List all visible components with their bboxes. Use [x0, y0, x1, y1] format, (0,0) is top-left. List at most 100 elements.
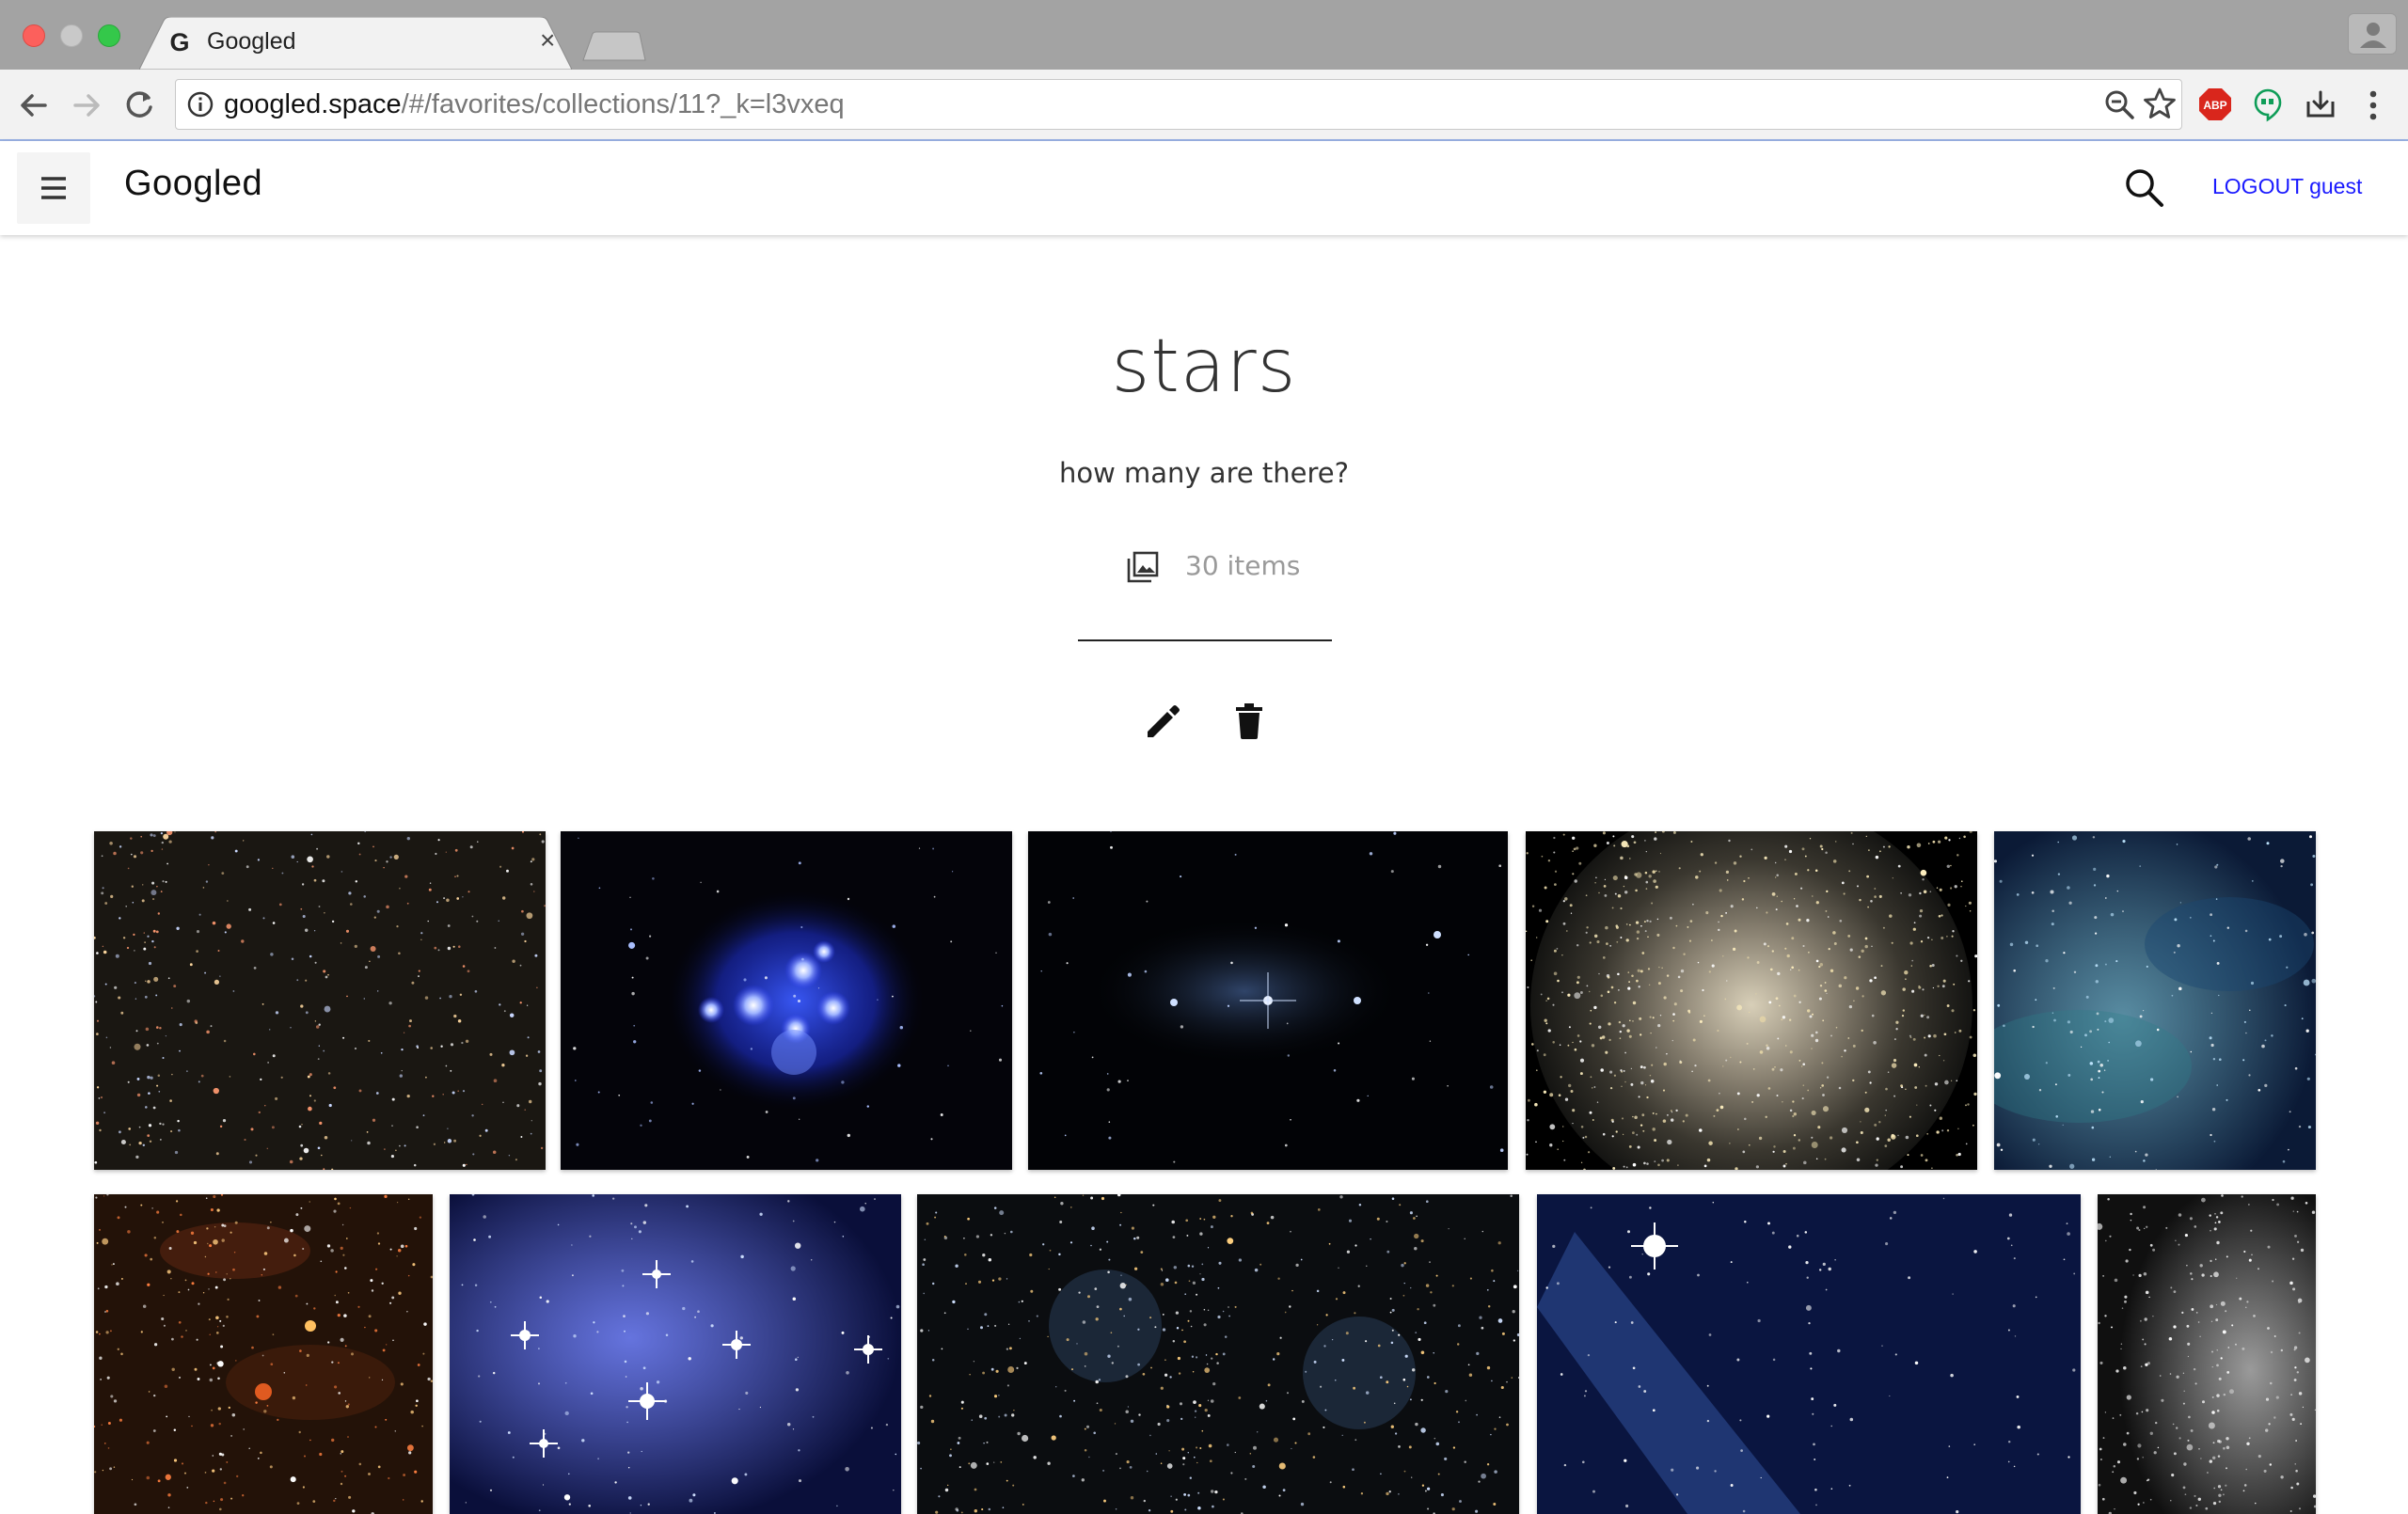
star-speck: [233, 1252, 236, 1254]
star-speck: [1284, 1143, 1288, 1147]
star-speck: [299, 1157, 303, 1160]
star-speck: [113, 851, 117, 856]
star-speck: [326, 855, 330, 859]
star-speck: [1938, 840, 1941, 844]
collection-image[interactable]: [1994, 831, 2316, 1170]
star-speck: [1195, 1416, 1196, 1418]
star-speck: [1656, 933, 1660, 937]
star-speck: [1870, 900, 1873, 903]
star-speck: [459, 993, 463, 997]
star-speck: [1856, 1158, 1861, 1162]
star-speck: [246, 865, 249, 869]
collection-image[interactable]: [1537, 1194, 2081, 1514]
back-button[interactable]: [13, 85, 55, 126]
star-speck: [171, 1007, 173, 1009]
window-maximize-button[interactable]: [98, 24, 120, 47]
collection-image[interactable]: [917, 1194, 1519, 1514]
star-speck: [95, 1331, 99, 1333]
star-speck: [1172, 1339, 1176, 1343]
window-close-button[interactable]: [23, 24, 45, 47]
star-speck: [1812, 1013, 1814, 1016]
star-speck: [2113, 1465, 2116, 1468]
star-speck: [1593, 1005, 1597, 1010]
star-speck: [300, 1004, 304, 1008]
logout-link[interactable]: LOGOUT guest: [2212, 174, 2362, 199]
star-speck: [1756, 961, 1760, 964]
collection-image[interactable]: [450, 1194, 901, 1514]
hamburger-menu-button[interactable]: [17, 152, 90, 224]
edit-pencil-icon[interactable]: [1142, 702, 1181, 741]
star-speck: [2216, 1394, 2220, 1397]
star-speck: [217, 1407, 221, 1411]
url-text[interactable]: googled.space/#/favorites/collections/11…: [224, 88, 845, 120]
browser-menu-icon[interactable]: [2359, 87, 2387, 124]
save-page-icon[interactable]: [2303, 87, 2338, 122]
star-speck: [270, 953, 274, 956]
new-tab-button[interactable]: [581, 30, 647, 62]
collection-image[interactable]: [1028, 831, 1508, 1170]
star-speck: [2298, 1507, 2302, 1510]
star-speck: [920, 1467, 922, 1470]
star-speck: [1201, 1429, 1204, 1432]
star-speck: [1589, 1022, 1592, 1025]
star-speck: [1625, 1504, 1629, 1508]
star-speck: [1639, 1017, 1642, 1020]
star-speck: [333, 1499, 336, 1503]
star-speck: [219, 1507, 222, 1511]
window-minimize-button[interactable]: [60, 24, 83, 47]
search-icon[interactable]: [2122, 166, 2165, 209]
star-speck: [798, 861, 801, 865]
star-speck: [2303, 979, 2310, 986]
star-speck: [347, 1403, 350, 1406]
abp-icon[interactable]: ABP: [2197, 87, 2233, 122]
star-speck: [991, 1279, 995, 1282]
collection-image[interactable]: [94, 1194, 433, 1514]
star-speck: [1608, 1038, 1611, 1042]
star-speck: [256, 1315, 260, 1318]
star-speck: [1556, 947, 1559, 950]
star-speck: [1207, 1413, 1211, 1417]
star-speck: [1830, 1488, 1833, 1490]
star-speck: [2286, 966, 2289, 969]
collection-image[interactable]: [561, 831, 1012, 1170]
star-speck: [1259, 1263, 1262, 1266]
reload-button[interactable]: [119, 85, 160, 126]
star-speck: [1824, 1158, 1827, 1160]
star-speck: [1786, 954, 1790, 958]
collection-image[interactable]: [94, 831, 546, 1170]
star-speck: [1191, 1265, 1195, 1268]
delete-trash-icon[interactable]: [1232, 702, 1266, 741]
star-speck: [1679, 1060, 1681, 1062]
zoom-out-icon[interactable]: [2103, 88, 2135, 120]
hangouts-icon[interactable]: [2250, 87, 2286, 122]
star-speck: [564, 1411, 569, 1416]
star-speck: [1584, 1135, 1588, 1139]
tab-close-icon[interactable]: ×: [540, 26, 555, 55]
star-speck: [1356, 1098, 1360, 1102]
info-icon[interactable]: [186, 90, 214, 118]
star-speck: [1802, 944, 1805, 948]
bookmark-star-icon[interactable]: [2143, 87, 2177, 120]
star-speck: [1316, 1324, 1319, 1326]
forward-button[interactable]: [66, 85, 107, 126]
star-speck: [2014, 1335, 2017, 1337]
star-speck: [1771, 1231, 1775, 1235]
star-speck: [346, 995, 348, 998]
star-speck: [2205, 1506, 2209, 1510]
star-speck: [2225, 1484, 2227, 1487]
star-speck: [1671, 1118, 1674, 1122]
star-speck: [630, 928, 632, 931]
profile-button[interactable]: [2348, 13, 2397, 55]
app-brand[interactable]: Googled: [124, 164, 262, 204]
star-speck: [1805, 1304, 1812, 1311]
star-speck: [1741, 898, 1745, 901]
collection-image[interactable]: [2098, 1194, 2316, 1514]
star-speck: [2213, 1487, 2216, 1490]
star-speck: [2201, 1273, 2205, 1277]
star-speck: [1317, 1208, 1321, 1211]
star-speck: [1415, 1332, 1418, 1334]
collection-image[interactable]: [1526, 831, 1977, 1170]
star-speck: [2109, 1235, 2112, 1238]
star-speck: [2245, 1032, 2247, 1034]
browser-tab-active[interactable]: [139, 17, 572, 70]
